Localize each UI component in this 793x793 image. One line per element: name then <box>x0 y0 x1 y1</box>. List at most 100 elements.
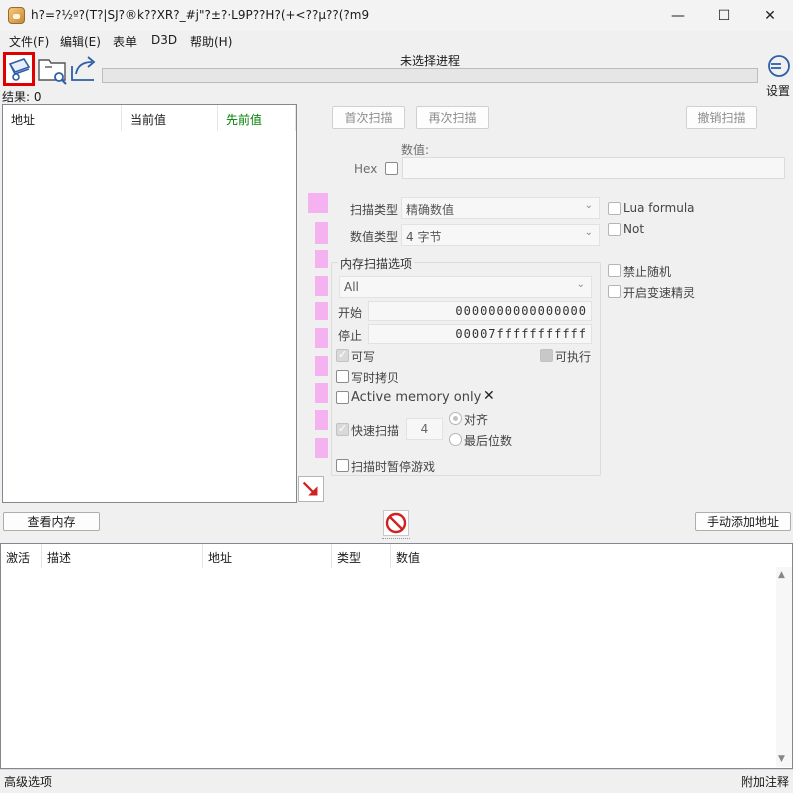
first-scan-button[interactable]: 首次扫描 <box>332 106 405 129</box>
value-type-label: 数值类型 <box>350 230 399 244</box>
chevron-down-icon: ⌄ <box>584 227 593 238</box>
scan-type-select[interactable]: 精确数值 ⌄ <box>401 197 600 219</box>
save-button[interactable] <box>68 52 100 86</box>
chevron-down-icon: ⌄ <box>584 200 593 211</box>
maximize-button[interactable]: ☐ <box>701 0 747 31</box>
fast-scan-alignment-input[interactable]: 4 <box>406 418 443 440</box>
table-comments-link[interactable]: 附加注释 <box>741 773 789 790</box>
scan-progress-bar <box>102 68 758 83</box>
speedhack-label: 开启变速精灵 <box>623 286 696 300</box>
decor-block <box>315 276 328 296</box>
lua-formula-checkbox[interactable] <box>608 202 621 215</box>
disable-random-checkbox[interactable] <box>608 264 621 277</box>
scroll-down-icon[interactable]: ▼ <box>778 754 785 764</box>
start-address-label: 开始 <box>338 306 363 320</box>
results-count: 结果: 0 <box>2 90 42 104</box>
chevron-down-icon: ⌄ <box>576 279 585 290</box>
active-memory-label: Active memory only <box>351 390 482 405</box>
writable-checkbox[interactable] <box>336 348 349 362</box>
scan-type-value: 精确数值 <box>406 203 455 217</box>
executable-label: 可执行 <box>555 350 592 364</box>
load-file-button[interactable] <box>37 52 69 86</box>
advanced-options-link[interactable]: 高级选项 <box>4 773 52 790</box>
decor-block <box>315 438 328 458</box>
settings-label[interactable]: 设置 <box>766 82 790 99</box>
value-type-value: 4 字节 <box>406 230 442 244</box>
fast-scan-label: 快速扫描 <box>351 424 400 438</box>
computer-icon <box>8 58 31 81</box>
pause-game-label: 扫描时暂停游戏 <box>351 460 436 474</box>
not-label: Not <box>623 222 645 236</box>
vertical-scrollbar[interactable] <box>776 567 792 767</box>
pause-game-checkbox[interactable] <box>336 459 349 472</box>
menu-edit[interactable]: 编辑(E) <box>60 33 101 50</box>
menu-d3d[interactable]: D3D <box>151 33 177 47</box>
decor-block <box>315 383 328 403</box>
column-type[interactable]: 类型 <box>332 544 391 568</box>
close-button[interactable]: ✕ <box>747 0 793 31</box>
value-label: 数值: <box>401 143 430 157</box>
result-list[interactable]: 地址 当前值 先前值 <box>2 104 297 503</box>
column-description[interactable]: 描述 <box>42 544 203 568</box>
decor-block <box>315 356 328 376</box>
share-arrow-icon <box>71 56 96 81</box>
next-scan-button[interactable]: 再次扫描 <box>416 106 489 129</box>
active-memory-checkbox[interactable] <box>336 391 349 404</box>
writable-label: 可写 <box>351 350 376 364</box>
folder-search-icon <box>38 59 67 85</box>
value-type-select[interactable]: 4 字节 ⌄ <box>401 224 600 246</box>
arrow-down-right-icon <box>302 481 318 496</box>
last-digits-label: 最后位数 <box>464 434 513 448</box>
column-active[interactable]: 激活 <box>1 544 42 568</box>
column-previous-value[interactable]: 先前值 <box>218 105 296 131</box>
window-title: h?=?½º?(T?|SJ?®k??XR?_#j"?±?·L9P??H?(+<?… <box>31 8 370 22</box>
address-table[interactable]: 激活 描述 地址 类型 数值 <box>0 543 793 769</box>
stop-address-input[interactable]: 00007fffffffffff <box>368 324 592 344</box>
column-value[interactable]: 数值 <box>391 544 491 568</box>
column-address[interactable]: 地址 <box>203 544 332 568</box>
memory-region-value: All <box>344 280 359 294</box>
disable-random-label: 禁止随机 <box>623 265 672 279</box>
app-icon <box>8 7 25 24</box>
align-label: 对齐 <box>464 413 489 427</box>
open-process-button[interactable] <box>3 52 35 86</box>
decor-block <box>315 250 328 268</box>
decor-block <box>315 328 328 348</box>
hex-checkbox[interactable] <box>385 162 398 175</box>
last-digits-radio[interactable] <box>449 433 462 446</box>
decor-block <box>315 222 328 244</box>
memory-scan-options-title: 内存扫描选项 <box>338 255 415 272</box>
stop-icon[interactable] <box>383 510 409 536</box>
menu-table[interactable]: 表单 <box>113 33 137 50</box>
not-checkbox[interactable] <box>608 223 621 236</box>
lua-formula-label: Lua formula <box>623 201 695 215</box>
decor-block <box>315 410 328 430</box>
value-input[interactable] <box>402 157 785 179</box>
menu-help[interactable]: 帮助(H) <box>190 33 232 50</box>
speedhack-checkbox[interactable] <box>608 285 621 298</box>
status-bar <box>0 769 793 793</box>
stop-address-label: 停止 <box>338 329 363 343</box>
scan-type-label: 扫描类型 <box>350 203 399 217</box>
fast-scan-checkbox[interactable] <box>336 422 349 436</box>
undo-scan-button[interactable]: 撤销扫描 <box>686 106 757 129</box>
minimize-button[interactable]: — <box>655 0 701 31</box>
executable-checkbox[interactable] <box>540 349 553 362</box>
column-address[interactable]: 地址 <box>3 105 122 131</box>
settings-icon[interactable] <box>765 53 791 79</box>
hex-label: Hex <box>354 162 378 176</box>
process-label: 未选择进程 <box>399 54 460 68</box>
start-address-input[interactable]: 0000000000000000 <box>368 301 592 321</box>
add-to-list-button[interactable] <box>298 476 324 502</box>
memory-region-select[interactable]: All ⌄ <box>339 276 592 298</box>
close-icon[interactable]: ✕ <box>483 389 497 403</box>
copy-on-write-label: 写时拷贝 <box>351 371 400 385</box>
menu-file[interactable]: 文件(F) <box>9 33 49 50</box>
view-memory-button[interactable]: 查看内存 <box>3 512 100 531</box>
decor-block <box>308 193 328 213</box>
scroll-up-icon[interactable]: ▲ <box>778 570 785 580</box>
copy-on-write-checkbox[interactable] <box>336 370 349 383</box>
column-current-value[interactable]: 当前值 <box>122 105 218 131</box>
add-address-manually-button[interactable]: 手动添加地址 <box>695 512 791 531</box>
align-radio[interactable] <box>449 412 462 425</box>
